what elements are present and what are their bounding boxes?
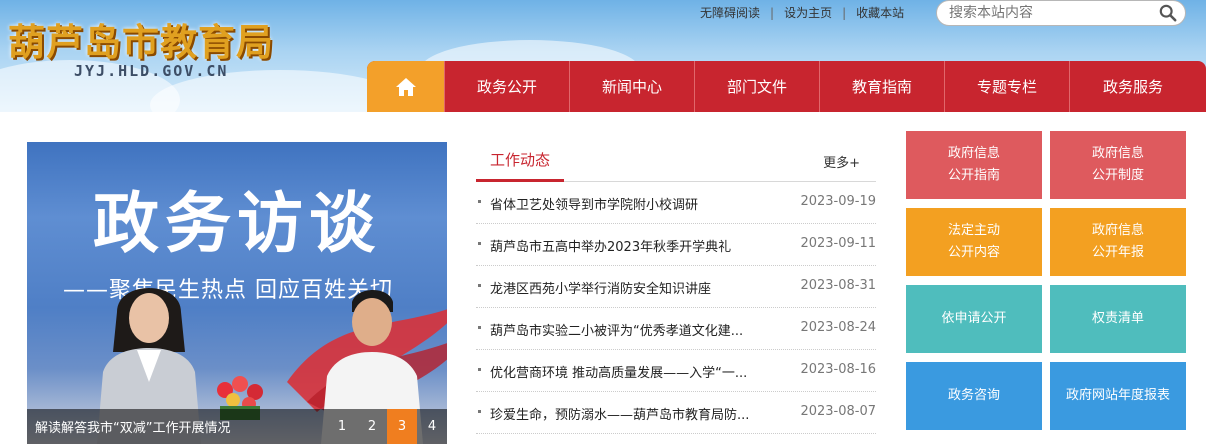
news-item[interactable]: 省体卫艺处领导到市学院附小校调研 2023-09-19 <box>476 182 876 224</box>
nav-department-files[interactable]: 部门文件 <box>695 61 820 112</box>
news-item-title[interactable]: 优化营商环境 推动高质量发展——入学“一... <box>490 362 780 381</box>
nav-government-services[interactable]: 政务服务 <box>1070 61 1196 112</box>
news-item-title[interactable]: 葫芦岛市五高中举办2023年秋季开学典礼 <box>490 236 780 255</box>
set-homepage-link[interactable]: 设为主页 <box>774 4 842 21</box>
slide-page-4[interactable]: 4 <box>417 409 447 444</box>
slide-caption-bar: 解读解答我市“双减”工作开展情况 1 2 3 4 <box>27 409 447 444</box>
tile-label: 政府信息 <box>1091 146 1144 161</box>
site-domain: JYJ.HLD.GOV.CN <box>74 62 229 80</box>
news-list: 省体卫艺处领导到市学院附小校调研 2023-09-19 葫芦岛市五高中举办202… <box>476 182 876 434</box>
tile-disclosure-on-request[interactable]: 依申请公开 <box>906 285 1042 353</box>
tile-label: 政府网站年度报表 <box>1065 388 1170 403</box>
tile-label: 公开内容 <box>947 245 1000 260</box>
news-item[interactable]: 优化营商环境 推动高质量发展——入学“一... 2023-08-16 <box>476 350 876 392</box>
news-item[interactable]: 龙港区西苑小学举行消防安全知识讲座 2023-08-31 <box>476 266 876 308</box>
news-header: 工作动态 更多+ <box>476 142 876 182</box>
tile-label: 权责清单 <box>1091 311 1144 326</box>
search-icon[interactable] <box>1159 4 1177 22</box>
tile-label: 政府信息 <box>947 146 1000 161</box>
site-logo-title[interactable]: 葫芦岛市教育局 <box>8 12 274 66</box>
news-item-date: 2023-09-19 <box>800 194 876 209</box>
tile-label: 公开年报 <box>1091 245 1144 260</box>
image-slider[interactable]: 政务访谈 ——聚焦民生热点 回应百姓关切 解读解答我市“双减”工作开展情况 1 … <box>27 142 447 444</box>
tile-label: 公开指南 <box>947 168 1000 183</box>
tile-info-disclosure-system[interactable]: 政府信息 公开制度 <box>1050 131 1186 199</box>
news-item-title[interactable]: 珍爱生命，预防溺水——葫芦岛市教育局防... <box>490 404 780 423</box>
nav-news-center[interactable]: 新闻中心 <box>570 61 695 112</box>
accessibility-link[interactable]: 无障碍阅读 <box>690 4 770 21</box>
news-item-date: 2023-08-07 <box>800 404 876 419</box>
site-header: 葫芦岛市教育局 JYJ.HLD.GOV.CN 无障碍阅读 | 设为主页 | 收藏… <box>0 0 1206 112</box>
nav-special-topics[interactable]: 专题专栏 <box>945 61 1070 112</box>
nav-government-affairs[interactable]: 政务公开 <box>445 61 570 112</box>
news-item-date: 2023-09-11 <box>800 236 876 251</box>
search-input[interactable] <box>949 3 1149 23</box>
banner-title: 政务访谈 <box>93 185 381 262</box>
tile-label: 政务咨询 <box>947 388 1000 403</box>
tile-label: 公开制度 <box>1091 168 1144 183</box>
news-more-link[interactable]: 更多+ <box>823 152 860 171</box>
tile-label: 法定主动 <box>947 223 1000 238</box>
work-news-panel: 工作动态 更多+ 省体卫艺处领导到市学院附小校调研 2023-09-19 葫芦岛… <box>476 142 876 434</box>
main-nav: 政务公开 新闻中心 部门文件 教育指南 专题专栏 政务服务 <box>367 61 1206 112</box>
news-item-date: 2023-08-31 <box>800 278 876 293</box>
search-box <box>936 0 1186 26</box>
tile-label: 依申请公开 <box>941 311 1007 326</box>
news-item-title[interactable]: 省体卫艺处领导到市学院附小校调研 <box>490 194 780 213</box>
news-section-title[interactable]: 工作动态 <box>476 150 564 182</box>
tile-government-consultation[interactable]: 政务咨询 <box>906 362 1042 430</box>
top-links: 无障碍阅读 | 设为主页 | 收藏本站 <box>690 4 914 21</box>
slide-page-3-active[interactable]: 3 <box>387 409 417 444</box>
slide-page-2[interactable]: 2 <box>357 409 387 444</box>
news-item-title[interactable]: 葫芦岛市实验二小被评为“优秀孝道文化建... <box>490 320 780 339</box>
nav-education-guide[interactable]: 教育指南 <box>820 61 945 112</box>
home-icon <box>395 77 416 96</box>
slide-page-1[interactable]: 1 <box>327 409 357 444</box>
news-item[interactable]: 珍爱生命，预防溺水——葫芦岛市教育局防... 2023-08-07 <box>476 392 876 434</box>
nav-home[interactable] <box>367 61 445 112</box>
news-item[interactable]: 葫芦岛市五高中举办2023年秋季开学典礼 2023-09-11 <box>476 224 876 266</box>
news-item-date: 2023-08-24 <box>800 320 876 335</box>
slider-pagination: 1 2 3 4 <box>327 409 447 444</box>
bookmark-link[interactable]: 收藏本站 <box>846 4 914 21</box>
tile-info-annual-report[interactable]: 政府信息 公开年报 <box>1050 208 1186 276</box>
tile-label: 政府信息 <box>1091 223 1144 238</box>
tile-website-annual-report[interactable]: 政府网站年度报表 <box>1050 362 1186 430</box>
news-item-title[interactable]: 龙港区西苑小学举行消防安全知识讲座 <box>490 278 780 297</box>
news-item[interactable]: 葫芦岛市实验二小被评为“优秀孝道文化建... 2023-08-24 <box>476 308 876 350</box>
news-item-date: 2023-08-16 <box>800 362 876 377</box>
tile-statutory-disclosure[interactable]: 法定主动 公开内容 <box>906 208 1042 276</box>
slide-caption[interactable]: 解读解答我市“双减”工作开展情况 <box>35 417 230 436</box>
tile-info-disclosure-guide[interactable]: 政府信息 公开指南 <box>906 131 1042 199</box>
tile-power-list[interactable]: 权责清单 <box>1050 285 1186 353</box>
